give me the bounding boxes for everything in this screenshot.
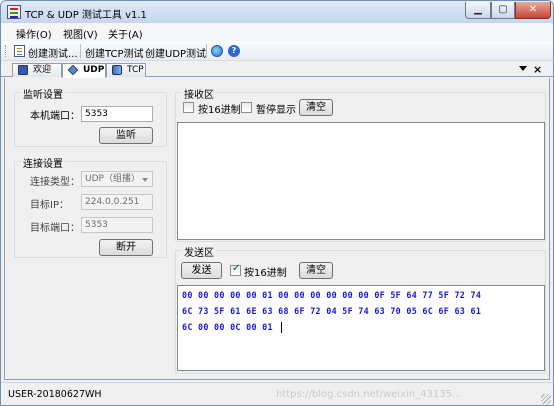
status-bar: USER-20180627WH https://blog.csdn.net/we… bbox=[1, 382, 553, 405]
connection-type-select[interactable]: UDP（组播） bbox=[81, 171, 153, 187]
target-port-input[interactable]: 5353 bbox=[81, 217, 153, 233]
menu-about[interactable]: 关于(A) bbox=[108, 26, 143, 41]
globe-icon[interactable] bbox=[211, 45, 223, 57]
connect-settings-group: 连接设置 连接类型： UDP（组播） 目标IP： 224.0.0.251 目标端… bbox=[14, 155, 167, 258]
menu-view[interactable]: 视图(V) bbox=[63, 26, 98, 41]
title-bar[interactable]: TCP & UDP 测试工具 v1.1 ▁ ▢ ✕ bbox=[1, 1, 553, 23]
watermark-text: https://blog.csdn.net/weixin_43135... bbox=[276, 389, 462, 400]
toolbar: 创建测试... 创建TCP测试 创建UDP测试 ? bbox=[1, 41, 553, 61]
create-tcp-test-button[interactable]: 创建TCP测试 bbox=[85, 45, 144, 60]
window-title: TCP & UDP 测试工具 v1.1 bbox=[25, 10, 147, 21]
welcome-icon bbox=[18, 65, 28, 75]
target-port-label: 目标端口： bbox=[30, 223, 80, 234]
close-button[interactable]: ✕ bbox=[515, 2, 551, 19]
new-test-icon bbox=[14, 45, 25, 57]
listen-settings-group: 监听设置 本机端口： 5353 监听 bbox=[14, 86, 167, 147]
target-ip-label: 目标IP： bbox=[30, 200, 69, 211]
toolbar-separator bbox=[206, 44, 207, 58]
receive-clear-button[interactable]: 清空 bbox=[299, 99, 333, 116]
tab-strip: 欢迎 UDP TCP × bbox=[1, 61, 553, 78]
send-hex-label: 按16进制 bbox=[244, 268, 287, 279]
toolbar-separator bbox=[80, 44, 81, 58]
tab-welcome[interactable]: 欢迎 bbox=[12, 63, 62, 77]
tab-udp[interactable]: UDP bbox=[62, 63, 106, 78]
tab-label: 欢迎 bbox=[33, 65, 52, 75]
disconnect-button[interactable]: 断开 bbox=[99, 239, 153, 256]
tab-close-icon[interactable]: × bbox=[533, 63, 542, 76]
help-icon[interactable]: ? bbox=[228, 45, 240, 57]
listen-group-title: 监听设置 bbox=[21, 86, 65, 101]
app-icon bbox=[7, 5, 21, 19]
main-window: TCP & UDP 测试工具 v1.1 ▁ ▢ ✕ 操作(O) 视图(V) 关于… bbox=[0, 0, 554, 406]
tab-tcp[interactable]: TCP bbox=[106, 63, 146, 77]
toolbar-grip[interactable] bbox=[5, 45, 8, 57]
udp-icon bbox=[67, 64, 79, 76]
close-icon: ✕ bbox=[528, 4, 538, 15]
tab-list-dropdown-icon[interactable] bbox=[519, 66, 527, 71]
target-ip-input[interactable]: 224.0.0.251 bbox=[81, 194, 153, 210]
send-hex-checkbox[interactable] bbox=[230, 263, 241, 276]
receive-area-group: 接收区 按16进制 暂停显示 清空 bbox=[175, 86, 546, 242]
pause-display-checkbox[interactable] bbox=[241, 102, 252, 113]
tab-label: UDP bbox=[83, 65, 105, 75]
status-text: USER-20180627WH bbox=[8, 389, 102, 400]
minimize-button[interactable]: ▁ bbox=[465, 2, 491, 19]
receive-hex-label: 按16进制 bbox=[198, 105, 241, 116]
listen-button[interactable]: 监听 bbox=[99, 127, 153, 144]
connect-group-title: 连接设置 bbox=[21, 155, 65, 170]
receive-group-title: 接收区 bbox=[182, 86, 216, 101]
create-test-button[interactable]: 创建测试... bbox=[28, 45, 78, 60]
send-hex-line: 6C 73 5F 61 6E 63 68 6F 72 04 5F 74 63 7… bbox=[182, 306, 482, 316]
create-udp-test-button[interactable]: 创建UDP测试 bbox=[145, 45, 206, 60]
local-port-input[interactable]: 5353 bbox=[81, 106, 153, 122]
minimize-icon: ▁ bbox=[474, 4, 482, 15]
tab-label: TCP bbox=[127, 65, 144, 75]
send-hex-line: 00 00 00 00 00 01 00 00 00 00 00 00 0F 5… bbox=[182, 290, 482, 300]
connection-type-label: 连接类型： bbox=[30, 177, 80, 188]
send-group-title: 发送区 bbox=[182, 244, 216, 259]
tcp-icon bbox=[112, 65, 122, 75]
resize-grip-icon[interactable] bbox=[541, 394, 551, 404]
receive-hex-checkbox[interactable] bbox=[183, 102, 194, 113]
send-button[interactable]: 发送 bbox=[181, 262, 222, 279]
send-hex-line: 6C 00 00 0C 00 01 bbox=[182, 322, 273, 332]
pause-display-label: 暂停显示 bbox=[256, 105, 296, 116]
menu-operate[interactable]: 操作(O) bbox=[16, 26, 52, 41]
send-clear-button[interactable]: 清空 bbox=[299, 262, 333, 279]
maximize-button[interactable]: ▢ bbox=[491, 2, 515, 19]
receive-textarea[interactable] bbox=[177, 122, 545, 240]
udp-tab-content: 监听设置 本机端口： 5353 监听 连接设置 连接类型： UDP（组播） 目标… bbox=[4, 78, 550, 380]
maximize-icon: ▢ bbox=[498, 4, 508, 15]
text-caret bbox=[281, 322, 282, 333]
send-textarea[interactable]: 00 00 00 00 00 01 00 00 00 00 00 00 0F 5… bbox=[177, 285, 545, 371]
chevron-down-icon bbox=[142, 178, 148, 182]
connection-type-value: UDP（组播） bbox=[85, 174, 140, 184]
local-port-label: 本机端口： bbox=[30, 111, 80, 122]
send-area-group: 发送区 发送 按16进制 清空 00 00 00 00 00 01 00 00 … bbox=[175, 244, 546, 374]
menu-bar: 操作(O) 视图(V) 关于(A) bbox=[1, 23, 553, 41]
